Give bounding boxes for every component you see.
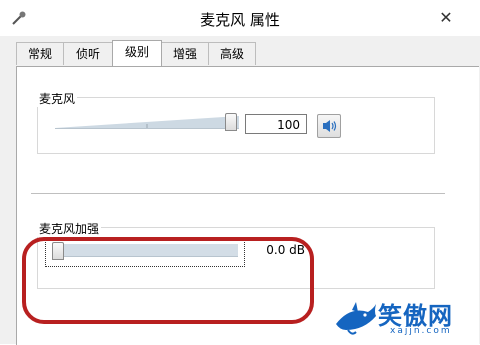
shark-logo	[336, 302, 376, 335]
microphone-level-input[interactable]: 100	[245, 114, 307, 134]
microphone-slider-thumb[interactable]	[225, 113, 237, 131]
microphone-label: 麦克风	[37, 90, 78, 107]
watermark-url: xajjn.com	[390, 326, 452, 336]
tab-advanced[interactable]: 高级	[208, 42, 256, 65]
microphone-slider-track	[55, 116, 239, 129]
close-button[interactable]: ✕	[436, 8, 456, 28]
speaker-icon	[323, 120, 337, 132]
tab-listen[interactable]: 侦听	[63, 42, 113, 65]
tab-enhancements[interactable]: 增强	[161, 42, 209, 65]
microphone-boost-label: 麦克风加强	[37, 220, 102, 237]
window-title: 麦克风 属性	[200, 11, 280, 29]
tab-general[interactable]: 常规	[16, 42, 64, 65]
section-divider	[31, 193, 445, 194]
watermark: 笑傲网 xajjn.com	[334, 296, 474, 342]
title-bar: 麦克风 属性 ✕	[0, 0, 480, 37]
tab-levels[interactable]: 级别	[112, 40, 162, 66]
highlight-annotation	[22, 237, 314, 324]
properties-window: 常规 侦听 级别 增强 高级 麦克风 100 麦克风加强 0.0 dB 笑傲网 …	[0, 36, 480, 345]
mute-toggle-button[interactable]	[317, 114, 341, 138]
